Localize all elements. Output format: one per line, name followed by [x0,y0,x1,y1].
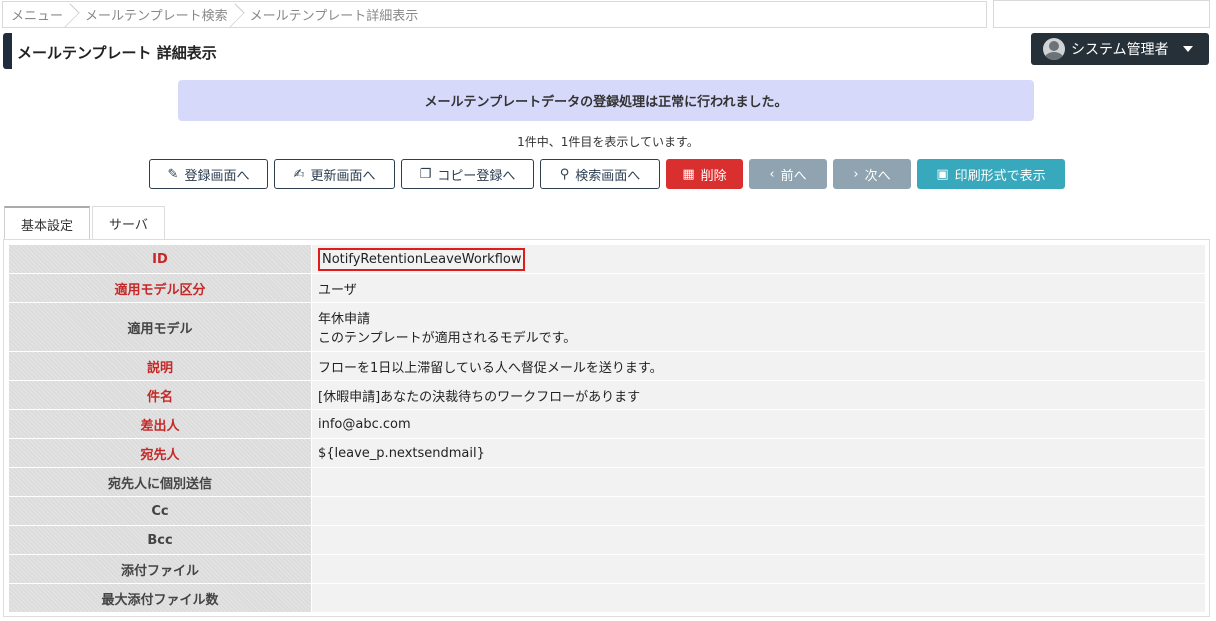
model-name: 年休申請 [318,312,371,327]
row-label: Cc [9,497,312,526]
row-value: 年休申請 このテンプレートが適用されるモデルです。 [312,303,1206,352]
caret-down-icon [1182,46,1193,52]
row-label: 適用モデル [9,303,312,352]
row-value: [休暇申請]あなたの決裁待ちのワークフローがあります [312,381,1206,410]
prev-button-label: 前へ [780,168,807,184]
row-label: 添付ファイル [9,555,312,584]
row-value: info@abc.com [312,410,1206,439]
row-value [312,468,1206,497]
page-header: メールテンプレート 詳細表示 システム管理者 [3,33,1213,70]
trash-icon: ▦ [682,166,695,182]
delete-button-label: 削除 [700,168,727,184]
row-label: Bcc [9,526,312,555]
table-row: 最大添付ファイル数 [9,584,1206,613]
table-row: Cc [9,497,1206,526]
detail-table: ID NotifyRetentionLeaveWorkflow 適用モデル区分 … [9,245,1206,613]
row-value: フローを1日以上滞留している人へ督促メールを送ります。 [312,352,1206,381]
tab-bar: 基本設定 サーバ [4,206,165,240]
row-value: ${leave_p.nextsendmail} [312,439,1206,468]
row-label: 宛先人 [9,439,312,468]
success-message: メールテンプレートデータの登録処理は正常に行われました。 [178,80,1034,121]
title-accent-bar [3,33,12,69]
table-row: 宛先人 ${leave_p.nextsendmail} [9,439,1206,468]
id-value: NotifyRetentionLeaveWorkflow [318,247,526,271]
user-avatar-icon [1043,38,1065,60]
top-bar: メニュー メールテンプレート検索 メールテンプレート詳細表示 [0,0,1216,29]
copy-button[interactable]: ❐ コピー登録へ [401,159,534,189]
register-button[interactable]: ✎ 登録画面へ [149,159,268,189]
page-title: メールテンプレート 詳細表示 [17,44,217,62]
breadcrumb-template-search[interactable]: メールテンプレート検索 [77,2,242,27]
delete-button[interactable]: ▦ 削除 [666,159,743,189]
row-value [312,497,1206,526]
chevron-left-icon: ‹ [769,166,775,182]
row-label: 件名 [9,381,312,410]
update-button-label: 更新画面へ [310,168,376,184]
row-label: 説明 [9,352,312,381]
table-row: 説明 フローを1日以上滞留している人へ督促メールを送ります。 [9,352,1206,381]
model-description: このテンプレートが適用されるモデルです。 [318,331,577,346]
table-row: 適用モデル 年休申請 このテンプレートが適用されるモデルです。 [9,303,1206,352]
record-count: 1件中、1件目を表示しています。 [517,135,699,149]
row-value: ユーザ [312,274,1206,303]
table-row: 件名 [休暇申請]あなたの決裁待ちのワークフローがあります [9,381,1206,410]
action-buttons: ✎ 登録画面へ ✍ 更新画面へ ❐ コピー登録へ ⚲ 検索画面へ ▦ 削除 ‹ … [149,159,1065,189]
top-right-box [993,0,1210,28]
row-value [312,526,1206,555]
table-row: 宛先人に個別送信 [9,468,1206,497]
row-label: 宛先人に個別送信 [9,468,312,497]
search-icon: ⚲ [559,166,570,182]
row-label: 最大添付ファイル数 [9,584,312,613]
copy-button-label: コピー登録へ [437,168,516,184]
chevron-right-icon: › [853,166,859,182]
copy-icon: ❐ [419,166,432,182]
user-name: システム管理者 [1071,42,1169,58]
user-menu-button[interactable]: システム管理者 [1031,33,1209,65]
tab-server[interactable]: サーバ [92,206,165,240]
update-button[interactable]: ✍ 更新画面へ [274,159,395,189]
breadcrumb-menu[interactable]: メニュー [3,2,77,27]
print-icon: ▣ [936,166,949,182]
row-value: NotifyRetentionLeaveWorkflow [312,245,1206,274]
table-row: 適用モデル区分 ユーザ [9,274,1206,303]
detail-panel: ID NotifyRetentionLeaveWorkflow 適用モデル区分 … [3,239,1210,617]
next-button[interactable]: › 次へ [833,159,911,189]
row-label: ID [9,245,312,274]
next-button-label: 次へ [864,168,891,184]
breadcrumb-current: メールテンプレート詳細表示 [249,9,419,24]
table-row: 添付ファイル [9,555,1206,584]
breadcrumb: メニュー メールテンプレート検索 メールテンプレート詳細表示 [2,1,987,28]
row-value [312,555,1206,584]
prev-button[interactable]: ‹ 前へ [749,159,827,189]
print-button[interactable]: ▣ 印刷形式で表示 [917,159,1065,189]
search-button-label: 検索画面へ [575,168,641,184]
row-label: 差出人 [9,410,312,439]
edit-icon: ✍ [293,166,305,182]
table-row: Bcc [9,526,1206,555]
pencil-icon: ✎ [167,166,179,182]
print-button-label: 印刷形式で表示 [954,168,1046,184]
search-button[interactable]: ⚲ 検索画面へ [540,159,660,189]
table-row: 差出人 info@abc.com [9,410,1206,439]
row-value [312,584,1206,613]
table-row: ID NotifyRetentionLeaveWorkflow [9,245,1206,274]
row-label: 適用モデル区分 [9,274,312,303]
register-button-label: 登録画面へ [184,168,250,184]
tab-basic-settings[interactable]: 基本設定 [4,206,91,240]
